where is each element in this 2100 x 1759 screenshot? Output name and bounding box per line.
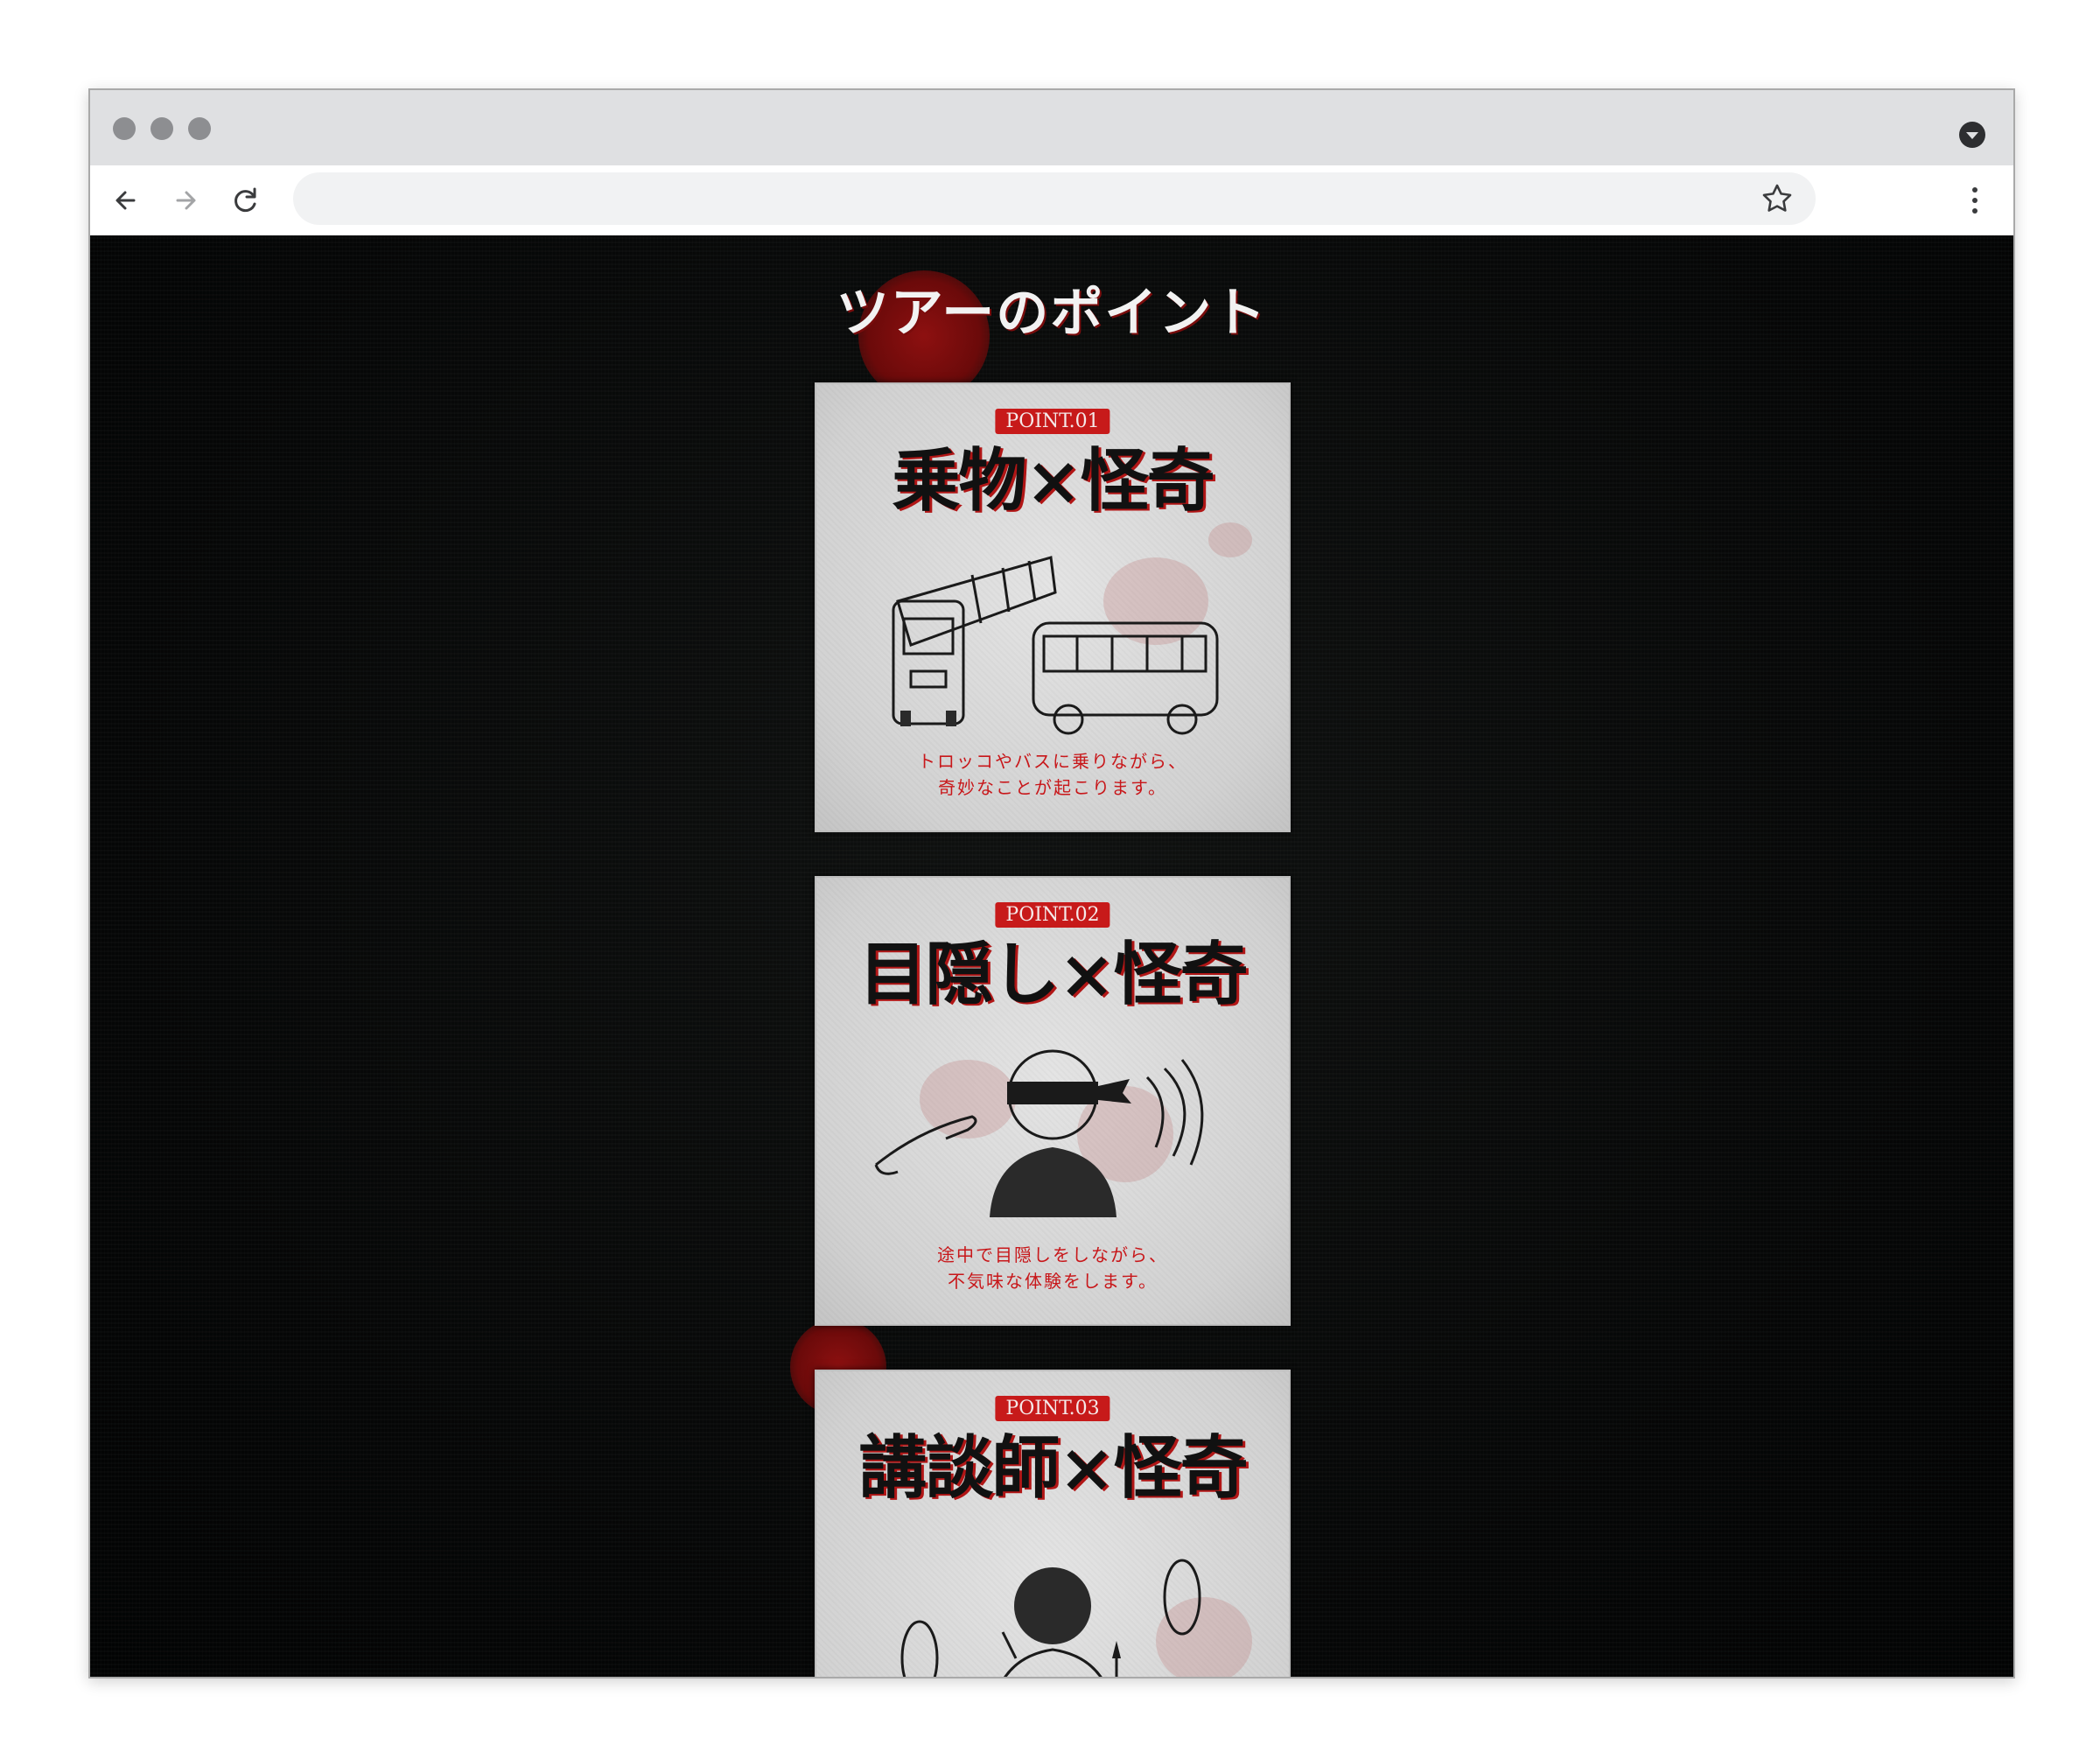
back-arrow-icon[interactable] (108, 181, 146, 220)
maximize-window-button[interactable] (188, 117, 211, 140)
address-bar[interactable] (293, 172, 1816, 225)
blindfolded-person-illustration (874, 1049, 1204, 1217)
point-badge: POINT.03 (995, 1396, 1110, 1421)
browser-toolbar (90, 165, 2013, 235)
storyteller-illustration (900, 1559, 1201, 1677)
section-title: ツアーのポイント (836, 283, 1268, 344)
star-icon[interactable] (1758, 179, 1796, 218)
browser-titlebar (90, 90, 2013, 165)
point-card: POINT.03 講談師×怪奇 (815, 1370, 1291, 1677)
browser-window: ツアーのポイント POINT.01 乗物×怪奇 トロッコやバスに乗りながら、 奇… (88, 88, 2015, 1678)
forward-arrow-icon[interactable] (167, 181, 206, 220)
train-and-bus-illustration (892, 556, 1219, 735)
point-badge: POINT.02 (995, 902, 1110, 928)
point-card: POINT.01 乗物×怪奇 トロッコやバスに乗りながら、 奇妙なことが起こりま… (815, 382, 1291, 832)
close-window-button[interactable] (113, 117, 136, 140)
reload-icon[interactable] (227, 181, 265, 220)
point-title: 目隠し×怪奇 (858, 935, 1248, 1014)
tab-menu-icon[interactable] (1959, 122, 1985, 148)
kebab-menu-icon[interactable] (1956, 181, 1994, 220)
minimize-window-button[interactable] (150, 117, 173, 140)
point-title: 乗物×怪奇 (892, 441, 1214, 521)
point-title: 講談師×怪奇 (858, 1428, 1248, 1508)
point-badge: POINT.01 (995, 409, 1110, 434)
point-description: トロッコやバスに乗りながら、 奇妙なことが起こります。 (918, 751, 1187, 798)
point-description: 途中で目隠しをしながら、 不気味な体験をします。 (937, 1244, 1168, 1292)
point-card: POINT.02 目隠し×怪奇 途中で目隠しをしながら、 不気味な体験をします。 (815, 876, 1291, 1326)
page-content: ツアーのポイント POINT.01 乗物×怪奇 トロッコやバスに乗りながら、 奇… (90, 235, 2013, 1677)
